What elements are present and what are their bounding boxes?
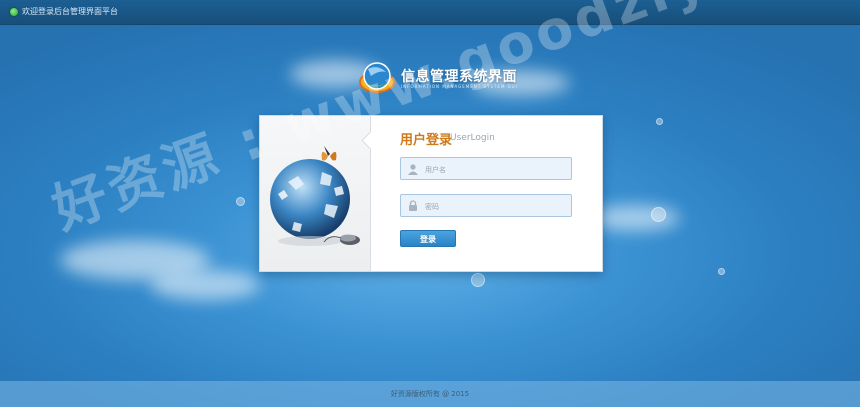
bubble-decoration [718, 268, 725, 275]
user-icon [408, 164, 418, 175]
cloud-decoration [590, 205, 680, 231]
top-bar: 欢迎登录后台管理界面平台 [0, 0, 860, 25]
login-title: 用户登录 [400, 133, 453, 148]
username-input[interactable] [423, 158, 573, 181]
login-subtitle: UserLogin [450, 133, 495, 143]
brand-title: 信息管理系统界面 [401, 69, 517, 85]
password-field[interactable] [400, 194, 573, 218]
welcome-text: 欢迎登录后台管理界面平台 [22, 7, 118, 16]
brand-logo-icon [359, 62, 395, 93]
login-card: 用户登录 UserLogin 登录 [259, 115, 603, 272]
password-input[interactable] [423, 195, 573, 218]
login-button[interactable]: 登录 [400, 230, 456, 247]
username-field[interactable] [400, 157, 573, 181]
login-illustration-panel [260, 116, 371, 271]
bubble-decoration [236, 197, 245, 206]
bubble-decoration [656, 118, 663, 125]
puzzle-globe-icon [270, 146, 360, 246]
brand-subtitle: INFORMATION MANAGEMENT SYSTEM GUI [401, 84, 518, 89]
status-dot-icon [10, 8, 18, 16]
bubble-decoration [651, 207, 666, 222]
copyright-text: 好资源版权所有 @ 2015 [390, 390, 470, 398]
cloud-decoration [150, 270, 260, 300]
lock-icon [409, 200, 417, 211]
bubble-decoration [471, 273, 485, 287]
footer: 好资源版权所有 @ 2015 [0, 381, 860, 407]
